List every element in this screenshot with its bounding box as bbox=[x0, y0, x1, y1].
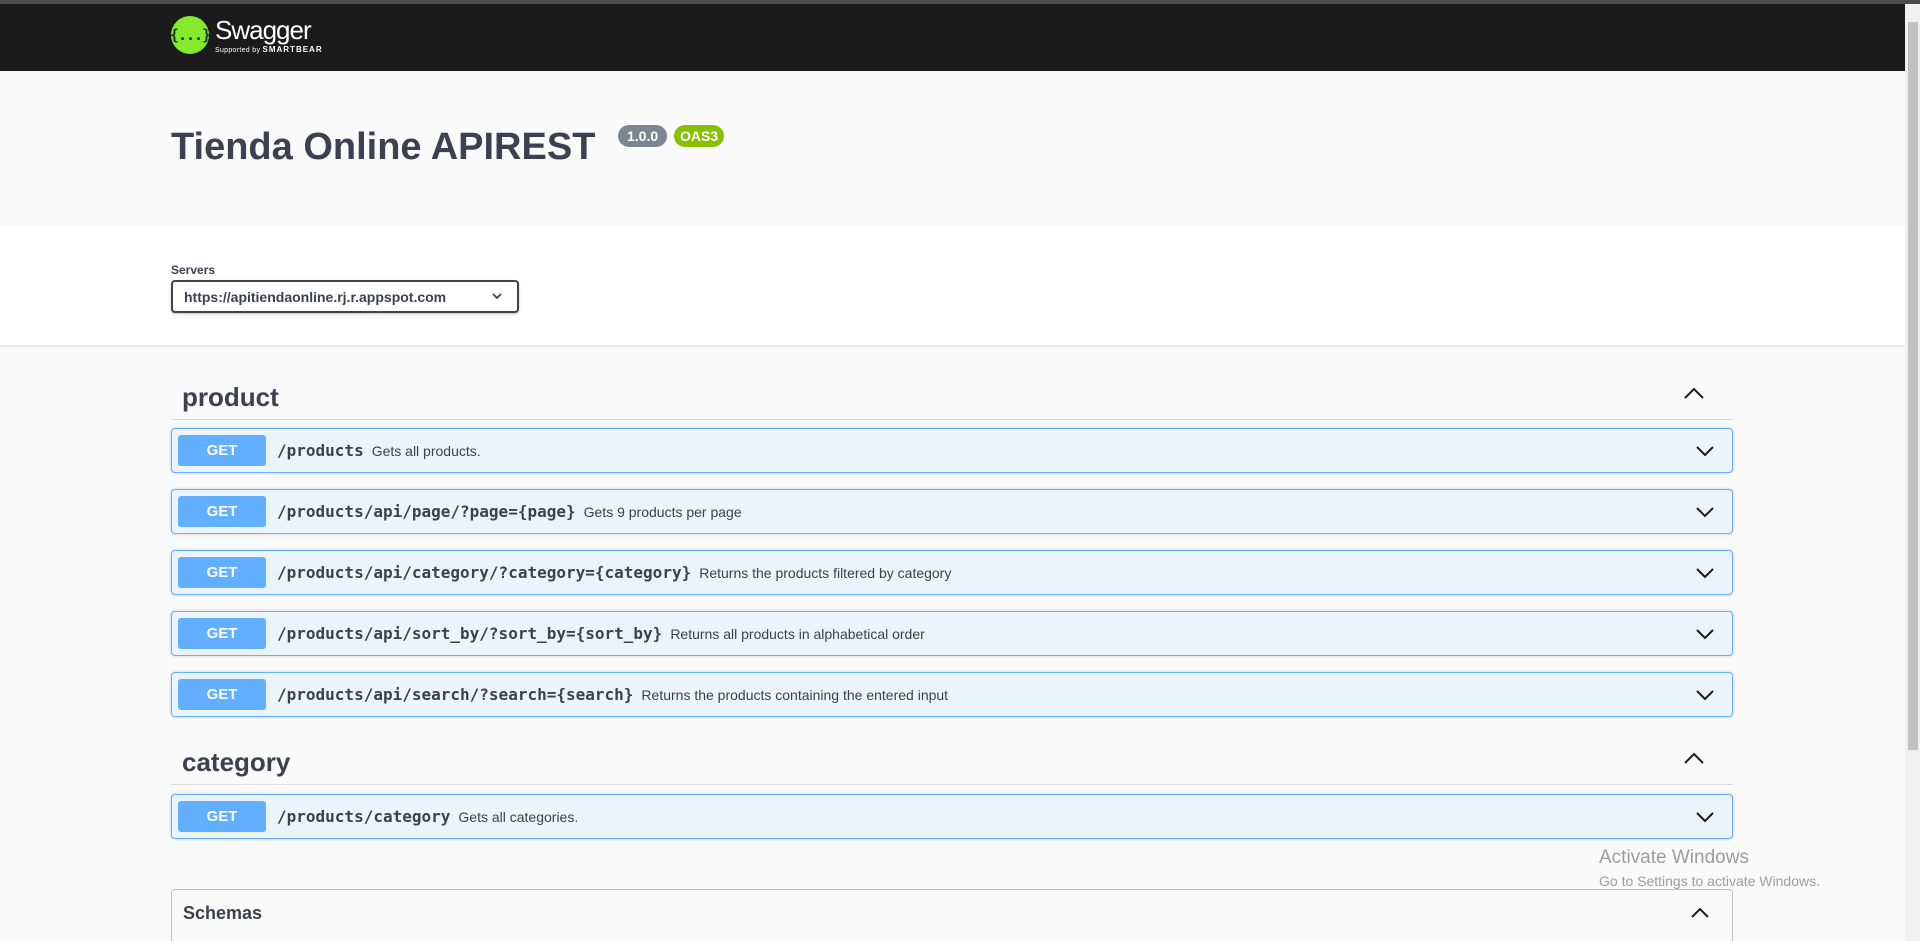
logo-subtitle: Supported by SMARTBEAR bbox=[215, 45, 323, 54]
logo-sub-brand: SMARTBEAR bbox=[262, 44, 323, 54]
chevron-down-icon bbox=[492, 293, 502, 300]
tag-category[interactable]: category bbox=[171, 737, 1733, 785]
logo-name: Swagger bbox=[215, 14, 312, 45]
operation-get-products-category-list[interactable]: GET /products/category Gets all categorie… bbox=[171, 794, 1733, 839]
operation-path: /products Gets all products. bbox=[277, 441, 481, 460]
path-text: /products/category bbox=[277, 807, 451, 826]
chevron-down-icon[interactable] bbox=[1695, 566, 1715, 580]
logo-text: Swagger Supported by SMARTBEAR bbox=[215, 17, 323, 54]
operation-get-products-sort[interactable]: GET /products/api/sort_by/?sort_by={sort… bbox=[171, 611, 1733, 656]
chevron-down-icon[interactable] bbox=[1695, 505, 1715, 519]
method-badge: GET bbox=[178, 801, 266, 832]
method-badge: GET bbox=[178, 557, 266, 588]
operation-summary: Returns the products filtered by categor… bbox=[699, 565, 952, 581]
api-title: Tienda Online APIREST bbox=[171, 126, 596, 168]
operation-get-products-page[interactable]: GET /products/api/page/?page={page} Gets … bbox=[171, 489, 1733, 534]
tag-title: product bbox=[182, 382, 279, 412]
operation-path: /products/api/search/?search={search} Ret… bbox=[277, 685, 948, 704]
chevron-down-icon[interactable] bbox=[1695, 627, 1715, 641]
operation-path: /products/api/category/?category={catego… bbox=[277, 563, 951, 582]
tag-title: category bbox=[182, 747, 291, 777]
chevron-down-icon[interactable] bbox=[1695, 810, 1715, 824]
operation-get-products-search[interactable]: GET /products/api/search/?search={search… bbox=[171, 672, 1733, 717]
logo-sub-prefix: Supported by bbox=[215, 46, 261, 54]
server-select-value: https://apitiendaonline.rj.r.appspot.com bbox=[184, 288, 447, 305]
chevron-up-icon[interactable] bbox=[1683, 751, 1705, 765]
operation-summary: Returns the products containing the ente… bbox=[641, 687, 949, 703]
oas-badge: OAS3 bbox=[674, 125, 725, 147]
method-badge: GET bbox=[178, 496, 266, 527]
operation-get-products[interactable]: GET /products Gets all products. bbox=[171, 428, 1733, 473]
watermark-subtitle: Go to Settings to activate Windows. bbox=[1599, 873, 1820, 889]
path-text: /products/api/category/?category={catego… bbox=[277, 563, 692, 582]
operation-summary: Returns all products in alphabetical ord… bbox=[670, 626, 925, 642]
schemas-title: Schemas bbox=[183, 903, 263, 923]
path-text: /products/api/search/?search={search} bbox=[277, 685, 634, 704]
chevron-down-icon[interactable] bbox=[1695, 444, 1715, 458]
operation-summary: Gets all categories. bbox=[458, 809, 579, 825]
chevron-down-icon[interactable] bbox=[1695, 688, 1715, 702]
operation-path: /products/api/page/?page={page} Gets 9 pr… bbox=[277, 502, 742, 521]
operation-path: /products/api/sort_by/?sort_by={sort_by}… bbox=[277, 624, 925, 643]
chevron-up-icon[interactable] bbox=[1690, 906, 1710, 919]
version-badge: 1.0.0 bbox=[618, 125, 668, 147]
method-badge: GET bbox=[178, 435, 266, 466]
operation-path: /products/category Gets all categories. bbox=[277, 807, 578, 826]
method-badge: GET bbox=[178, 618, 266, 649]
path-text: /products bbox=[277, 441, 364, 460]
operation-summary: Gets all products. bbox=[371, 443, 481, 459]
operation-summary: Gets 9 products per page bbox=[583, 504, 742, 520]
scrollbar-thumb[interactable] bbox=[1908, 22, 1918, 750]
path-text: /products/api/page/?page={page} bbox=[277, 502, 576, 521]
activate-windows-watermark: Activate Windows Go to Settings to activ… bbox=[1599, 847, 1820, 889]
vertical-scrollbar[interactable] bbox=[1905, 4, 1920, 941]
swagger-logo-icon: {...} bbox=[170, 16, 211, 54]
servers-label: Servers bbox=[171, 263, 216, 277]
servers-section: Servers https://apitiendaonline.rj.r.app… bbox=[0, 226, 1905, 346]
method-badge: GET bbox=[178, 679, 266, 710]
watermark-title: Activate Windows bbox=[1599, 847, 1749, 868]
path-text: /products/api/sort_by/?sort_by={sort_by} bbox=[277, 624, 663, 643]
tag-product[interactable]: product bbox=[171, 372, 1733, 420]
schemas-section[interactable]: Schemas bbox=[171, 889, 1733, 941]
api-info: Tienda Online APIREST 1.0.0 OAS3 bbox=[0, 71, 1905, 226]
swagger-logo[interactable]: {...} Swagger Supported by SMARTBEAR bbox=[170, 16, 323, 54]
operation-get-products-category[interactable]: GET /products/api/category/?category={ca… bbox=[171, 550, 1733, 595]
topbar: {...} Swagger Supported by SMARTBEAR bbox=[0, 4, 1920, 71]
chevron-up-icon[interactable] bbox=[1683, 386, 1705, 400]
server-select[interactable]: https://apitiendaonline.rj.r.appspot.com bbox=[171, 280, 519, 313]
